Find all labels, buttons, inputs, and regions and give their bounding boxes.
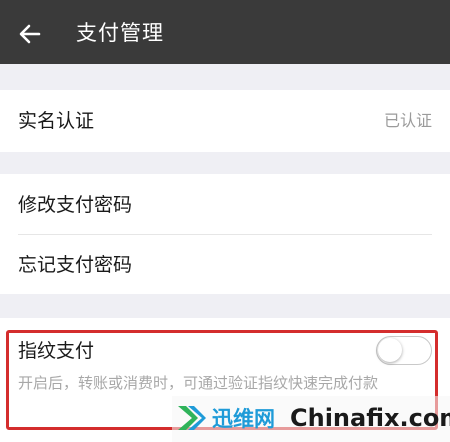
forgot-password-row[interactable]: 忘记支付密码 xyxy=(0,235,450,294)
title-bar: 支付管理 xyxy=(0,0,450,64)
watermark-brand-cn: 迅维网 xyxy=(212,407,275,431)
back-button[interactable] xyxy=(12,16,48,52)
page-title: 支付管理 xyxy=(76,21,164,45)
watermark-brand-en: Chinafix.com xyxy=(290,404,450,432)
brand-logo-icon xyxy=(178,406,206,430)
identity-label: 实名认证 xyxy=(18,110,95,132)
watermark: 迅维网 Chinafix.com xyxy=(172,396,450,442)
back-arrow-icon xyxy=(19,24,41,44)
change-password-row[interactable]: 修改支付密码 xyxy=(0,174,450,234)
identity-row[interactable]: 实名认证 已认证 xyxy=(0,90,450,152)
forgot-password-label: 忘记支付密码 xyxy=(18,254,133,276)
change-password-label: 修改支付密码 xyxy=(18,194,133,216)
identity-status: 已认证 xyxy=(383,111,432,130)
password-group: 修改支付密码 忘记支付密码 xyxy=(0,174,450,294)
